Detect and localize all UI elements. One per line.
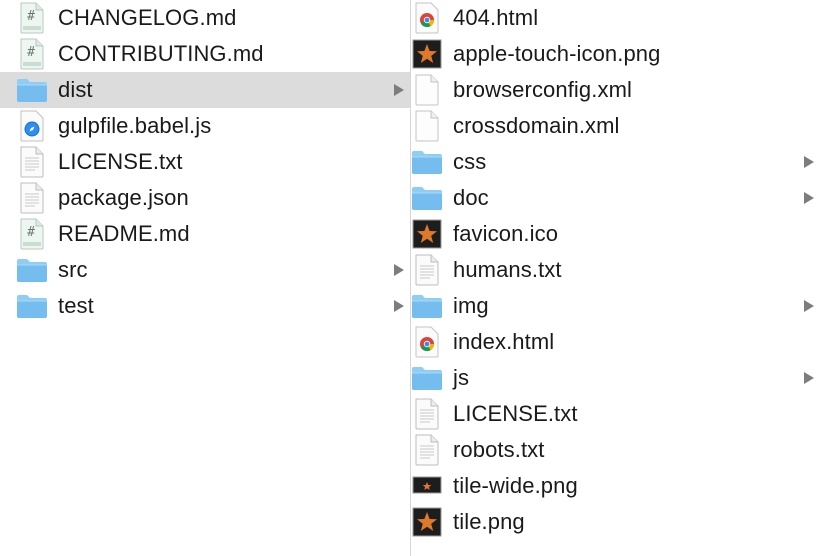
file-row-apple-touch-icon-png[interactable]: apple-touch-icon.png	[411, 36, 818, 72]
item-name: doc	[453, 185, 489, 210]
item-name: 404.html	[453, 5, 539, 30]
svg-text:#: #	[27, 45, 35, 60]
item-name: css	[453, 149, 487, 174]
disclosure-arrow-icon[interactable]	[804, 156, 814, 168]
file-row-license-txt[interactable]: LICENSE.txt	[411, 396, 818, 432]
column-project-root[interactable]: # CHANGELOG.md # CONTRIBUTING.md dist gulpfil…	[0, 0, 410, 556]
item-name: tile.png	[453, 509, 525, 534]
finder-column-browser: # CHANGELOG.md # CONTRIBUTING.md dist gulpfil…	[0, 0, 818, 556]
item-name: LICENSE.txt	[58, 149, 183, 174]
star-image-icon	[411, 38, 443, 70]
text-file-icon	[411, 254, 443, 286]
item-name: CHANGELOG.md	[58, 5, 237, 30]
disclosure-arrow-icon[interactable]	[394, 300, 404, 312]
disclosure-arrow-icon[interactable]	[804, 372, 814, 384]
item-name: LICENSE.txt	[453, 401, 578, 426]
svg-text:#: #	[27, 9, 35, 24]
folder-row-dist[interactable]: dist	[0, 72, 410, 108]
folder-row-doc[interactable]: doc	[411, 180, 818, 216]
chrome-file-icon	[411, 2, 443, 34]
file-row-tile-png[interactable]: tile.png	[411, 504, 818, 540]
text-file-icon	[411, 398, 443, 430]
chrome-file-icon	[411, 326, 443, 358]
blank-file-icon	[411, 110, 443, 142]
file-row-crossdomain-xml[interactable]: crossdomain.xml	[411, 108, 818, 144]
folder-icon	[16, 74, 48, 106]
item-name: apple-touch-icon.png	[453, 41, 661, 66]
column-dist[interactable]: 404.html apple-touch-icon.png browserconfi…	[411, 0, 818, 556]
item-name: gulpfile.babel.js	[58, 113, 212, 138]
file-row-gulpfile-babel-js[interactable]: gulpfile.babel.js	[0, 108, 410, 144]
markdown-file-icon: #	[16, 38, 48, 70]
file-row-changelog-md[interactable]: # CHANGELOG.md	[0, 0, 410, 36]
item-name: tile-wide.png	[453, 473, 578, 498]
disclosure-arrow-icon[interactable]	[394, 84, 404, 96]
disclosure-arrow-icon[interactable]	[804, 300, 814, 312]
folder-row-js[interactable]: js	[411, 360, 818, 396]
item-name: test	[58, 293, 94, 318]
folder-icon	[411, 290, 443, 322]
item-name: index.html	[453, 329, 555, 354]
folder-icon	[16, 254, 48, 286]
file-row-readme-md[interactable]: # README.md	[0, 216, 410, 252]
folder-row-src[interactable]: src	[0, 252, 410, 288]
file-row-404-html[interactable]: 404.html	[411, 0, 818, 36]
star-image-icon	[411, 218, 443, 250]
safari-file-icon	[16, 110, 48, 142]
item-name: README.md	[58, 221, 190, 246]
folder-icon	[16, 290, 48, 322]
blank-file-icon	[411, 74, 443, 106]
folder-row-test[interactable]: test	[0, 288, 410, 324]
item-name: robots.txt	[453, 437, 545, 462]
item-name: crossdomain.xml	[453, 113, 620, 138]
file-row-browserconfig-xml[interactable]: browserconfig.xml	[411, 72, 818, 108]
folder-row-css[interactable]: css	[411, 144, 818, 180]
item-name: browserconfig.xml	[453, 77, 632, 102]
disclosure-arrow-icon[interactable]	[394, 264, 404, 276]
markdown-file-icon: #	[16, 2, 48, 34]
text-file-icon	[411, 434, 443, 466]
file-row-contributing-md[interactable]: # CONTRIBUTING.md	[0, 36, 410, 72]
disclosure-arrow-icon[interactable]	[804, 192, 814, 204]
item-name: humans.txt	[453, 257, 562, 282]
star-image-icon	[411, 506, 443, 538]
file-row-tile-wide-png[interactable]: tile-wide.png	[411, 468, 818, 504]
svg-text:#: #	[27, 225, 35, 240]
file-row-index-html[interactable]: index.html	[411, 324, 818, 360]
markdown-file-icon: #	[16, 218, 48, 250]
file-row-humans-txt[interactable]: humans.txt	[411, 252, 818, 288]
item-name: package.json	[58, 185, 189, 210]
file-row-license-txt[interactable]: LICENSE.txt	[0, 144, 410, 180]
item-name: img	[453, 293, 489, 318]
folder-row-img[interactable]: img	[411, 288, 818, 324]
text-file-icon	[16, 182, 48, 214]
folder-icon	[411, 362, 443, 394]
item-name: src	[58, 257, 88, 282]
wide-image-icon	[411, 470, 443, 502]
folder-icon	[411, 182, 443, 214]
file-row-favicon-ico[interactable]: favicon.ico	[411, 216, 818, 252]
item-name: dist	[58, 77, 93, 102]
item-name: CONTRIBUTING.md	[58, 41, 264, 66]
file-row-package-json[interactable]: package.json	[0, 180, 410, 216]
folder-icon	[411, 146, 443, 178]
item-name: js	[453, 365, 470, 390]
item-name: favicon.ico	[453, 221, 559, 246]
file-row-robots-txt[interactable]: robots.txt	[411, 432, 818, 468]
text-file-icon	[16, 146, 48, 178]
